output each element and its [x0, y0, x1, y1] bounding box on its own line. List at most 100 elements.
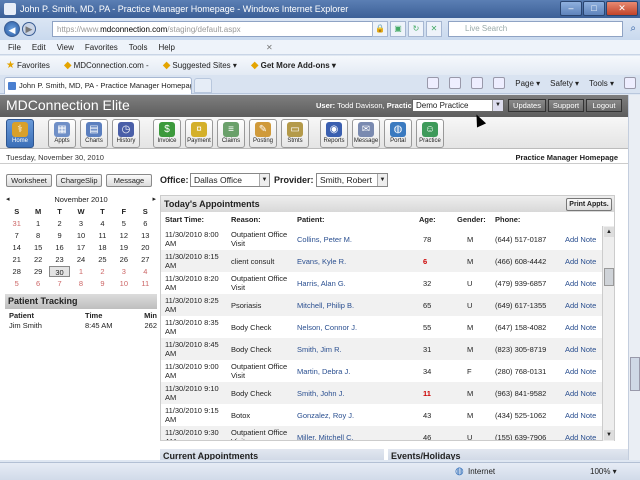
calendar-day[interactable]: 19 [113, 242, 134, 253]
mail-icon[interactable] [471, 77, 484, 89]
toolbar-reports[interactable]: ◉ Reports [320, 119, 348, 148]
calendar-day[interactable]: 4 [92, 218, 113, 229]
add-note-link[interactable]: Add Note [565, 235, 605, 244]
menu-file[interactable]: File [8, 43, 21, 52]
feeds-icon[interactable] [449, 77, 462, 89]
calendar-day[interactable]: 3 [70, 218, 91, 229]
calendar-day[interactable]: 4 [135, 266, 156, 277]
calendar-day[interactable]: 23 [49, 254, 70, 265]
close-window-button[interactable]: ✕ [606, 1, 638, 16]
calendar-day[interactable]: 2 [49, 218, 70, 229]
fav-mdconnection[interactable]: ◆ MDConnection.com - [64, 60, 149, 71]
office-select[interactable]: Dallas Office ▼ [190, 173, 270, 187]
calendar-day[interactable]: 31 [6, 218, 27, 229]
search-input[interactable]: Live Search ⌕ [448, 21, 636, 37]
appt-patient[interactable]: Smith, John J. [297, 389, 415, 398]
calendar-next-button[interactable]: ▸ [152, 195, 156, 205]
toolbar-claims[interactable]: ≡ Claims [217, 119, 245, 148]
calendar-day[interactable]: 11 [135, 278, 156, 289]
table-row[interactable]: 11/30/2010 9:00 AM Outpatient Office Visi… [161, 360, 614, 382]
calendar-day[interactable]: 21 [6, 254, 27, 265]
calendar-day[interactable]: 12 [113, 230, 134, 241]
appt-patient[interactable]: Mitchell, Philip B. [297, 301, 415, 310]
calendar-day[interactable]: 29 [27, 266, 48, 277]
calendar-day[interactable]: 30 [48, 266, 71, 277]
lock-icon[interactable]: 🔒 [372, 21, 388, 37]
tools-menu[interactable]: Tools ▾ [589, 79, 614, 88]
calendar-prev-button[interactable]: ◂ [6, 195, 10, 205]
help-icon[interactable] [624, 77, 636, 89]
scroll-down-icon[interactable]: ▼ [604, 430, 614, 440]
home-icon[interactable] [427, 77, 440, 89]
fav-suggested-sites[interactable]: ◆ Suggested Sites ▾ [163, 60, 237, 71]
calendar-day[interactable]: 16 [49, 242, 70, 253]
table-row[interactable]: 11/30/2010 8:15 AM client consult Evans, K… [161, 250, 614, 272]
calendar-day[interactable]: 18 [92, 242, 113, 253]
table-row[interactable]: 11/30/2010 8:45 AM Body Check Smith, Jim R… [161, 338, 614, 360]
table-row[interactable]: 11/30/2010 8:25 AM Psoriasis Mitchell, Phi… [161, 294, 614, 316]
calendar-day[interactable]: 10 [70, 230, 91, 241]
provider-select[interactable]: Smith, Robert ▼ [316, 173, 388, 187]
calendar-day[interactable]: 8 [27, 230, 48, 241]
toolbar-home[interactable]: ⚕ Home [6, 119, 34, 148]
add-note-link[interactable]: Add Note [565, 323, 605, 332]
calendar-day[interactable]: 6 [27, 278, 48, 289]
calendar-day[interactable]: 28 [6, 266, 27, 277]
calendar-day[interactable]: 8 [70, 278, 91, 289]
chargeslip-button[interactable]: ChargeSlip [56, 174, 102, 187]
calendar-day[interactable]: 13 [135, 230, 156, 241]
zoom-level[interactable]: 100% ▾ [590, 467, 617, 476]
calendar-day[interactable]: 17 [70, 242, 91, 253]
calendar-day[interactable]: 20 [135, 242, 156, 253]
calendar-day[interactable]: 9 [49, 230, 70, 241]
menu-help[interactable]: Help [158, 43, 174, 52]
calendar-day[interactable]: 14 [6, 242, 27, 253]
page-menu[interactable]: Page ▾ [515, 79, 540, 88]
updates-button[interactable]: Updates [508, 99, 546, 112]
calendar-day[interactable]: 24 [70, 254, 91, 265]
calendar-day[interactable]: 22 [27, 254, 48, 265]
add-note-link[interactable]: Add Note [565, 367, 605, 376]
favorites-button[interactable]: ★ Favorites [6, 60, 50, 71]
new-tab-button[interactable] [194, 78, 212, 93]
toolbar-message[interactable]: ✉ Message [352, 119, 380, 148]
message-button[interactable]: Message [106, 174, 152, 187]
minimize-button[interactable]: – [560, 1, 582, 16]
add-note-link[interactable]: Add Note [565, 345, 605, 354]
appt-patient[interactable]: Harris, Alan G. [297, 279, 415, 288]
menu-edit[interactable]: Edit [32, 43, 46, 52]
stop-icon[interactable]: ✕ [426, 21, 442, 37]
worksheet-button[interactable]: Worksheet [6, 174, 52, 187]
menu-view[interactable]: View [57, 43, 74, 52]
appt-patient[interactable]: Evans, Kyle R. [297, 257, 415, 266]
table-row[interactable]: 11/30/2010 9:30 AM Outpatient Office Visi… [161, 426, 614, 440]
tab-practice-manager[interactable]: John P. Smith, MD, PA - Practice Manager… [4, 77, 192, 94]
scroll-thumb[interactable] [604, 268, 614, 286]
appt-patient[interactable]: Miller, Mitchell C. [297, 433, 415, 440]
support-button[interactable]: Support [548, 99, 584, 112]
table-row[interactable]: 11/30/2010 9:10 AM Body Check Smith, John … [161, 382, 614, 404]
calendar-day[interactable]: 6 [135, 218, 156, 229]
table-row[interactable]: 11/30/2010 8:20 AM Outpatient Office Visi… [161, 272, 614, 294]
toolbar-charts[interactable]: ▤ Charts [80, 119, 108, 148]
refresh-icon[interactable]: ↻ [408, 21, 424, 37]
calendar-day[interactable]: 2 [92, 266, 113, 277]
calendar-day[interactable]: 7 [6, 230, 27, 241]
add-note-link[interactable]: Add Note [565, 279, 605, 288]
forward-button[interactable]: ▶ [22, 22, 36, 36]
calendar-day[interactable]: 1 [70, 266, 91, 277]
print-appts-button[interactable]: Print Appts. [566, 198, 612, 211]
search-icon[interactable]: ⌕ [630, 22, 636, 36]
menu-favorites[interactable]: Favorites [85, 43, 118, 52]
logout-button[interactable]: Logout [586, 99, 622, 112]
toolbar-history[interactable]: ◷ History [112, 119, 140, 148]
fav-get-addons[interactable]: ◆ Get More Add-ons ▾ [251, 60, 336, 71]
calendar-day[interactable]: 3 [113, 266, 134, 277]
calendar-day[interactable]: 7 [49, 278, 70, 289]
table-row[interactable]: 11/30/2010 9:15 AM Botox Gonzalez, Roy J. 4… [161, 404, 614, 426]
appt-patient[interactable]: Nelson, Connor J. [297, 323, 415, 332]
compat-view-icon[interactable]: ▣ [390, 21, 406, 37]
maximize-button[interactable]: □ [583, 1, 605, 16]
menu-tools[interactable]: Tools [129, 43, 148, 52]
close-toolbar-icon[interactable]: ✕ [266, 43, 273, 52]
